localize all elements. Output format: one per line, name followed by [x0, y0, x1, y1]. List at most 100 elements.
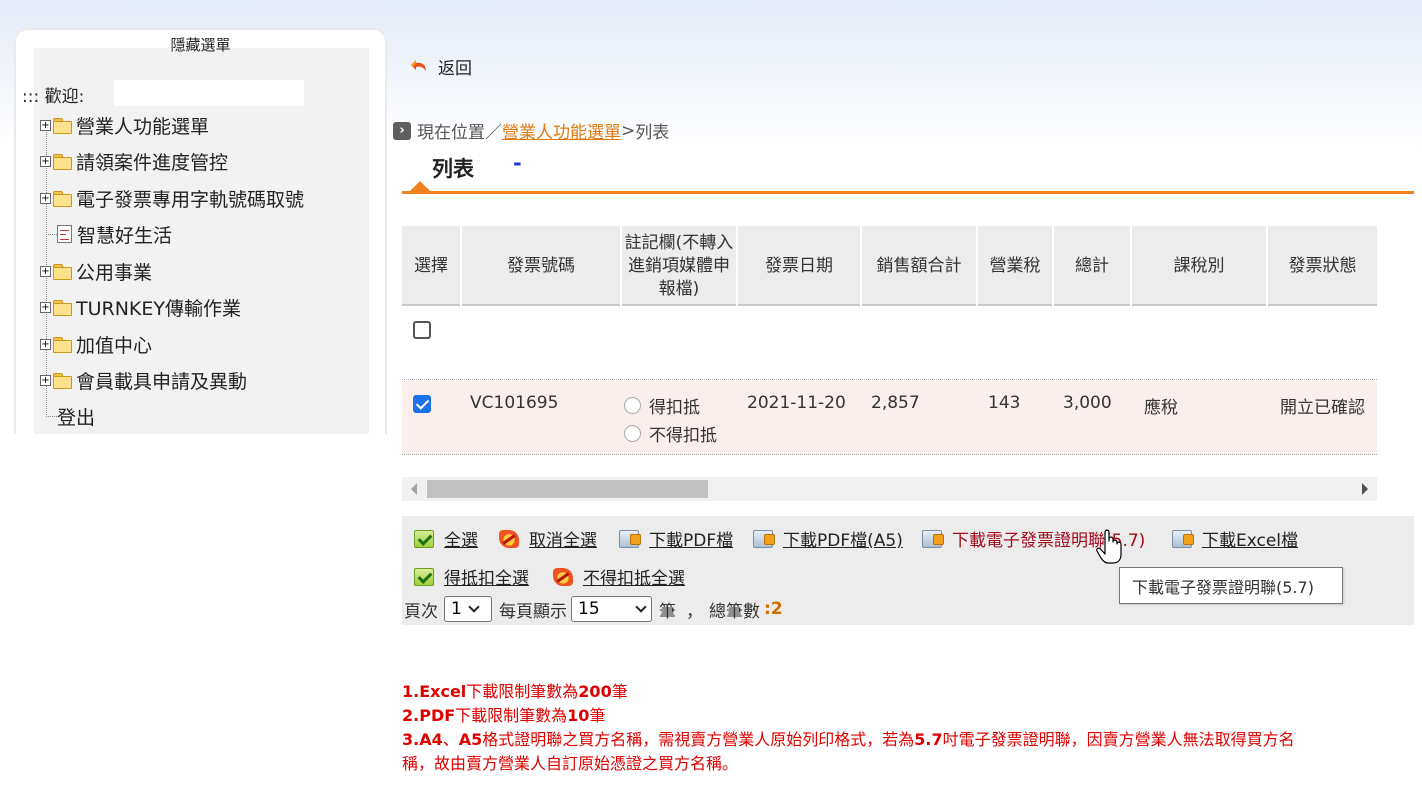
deduct-option[interactable]: 得扣抵 — [624, 393, 700, 418]
total-amount: 3,000 — [1063, 393, 1112, 413]
chevron-down-icon — [468, 601, 480, 613]
col-header-tax: 營業稅 — [978, 226, 1054, 306]
cancel-all-label: 取消全選 — [529, 531, 597, 551]
menu-item-case-progress[interactable]: + 請領案件進度管控 — [40, 148, 228, 174]
col-header-select: 選擇 — [402, 226, 462, 306]
back-arrow-icon — [411, 59, 426, 71]
pager-comma: ， — [686, 601, 703, 622]
menu-item-label: TURNKEY傳輸作業 — [76, 297, 241, 320]
page-select[interactable]: 1 — [444, 596, 492, 622]
note-line: 1.Excel下載限制筆數為200筆 — [402, 682, 628, 701]
download-icon — [922, 529, 944, 548]
total-count-label: 總筆數 — [709, 601, 760, 622]
menu-item-label: 會員載具申請及異動 — [76, 370, 248, 393]
back-label: 返回 — [438, 59, 472, 79]
welcome-label: ::: 歡迎: — [22, 87, 85, 107]
welcome-user-name — [114, 80, 304, 106]
download-icon — [1172, 529, 1194, 548]
col-header-note-line: 報檔) — [658, 278, 700, 299]
radio-button[interactable] — [624, 425, 641, 442]
per-page-select-value: 15 — [578, 599, 600, 619]
download-pdf-a5-button[interactable]: 下載PDF檔(A5) — [753, 526, 903, 551]
scroll-right-icon[interactable] — [1362, 483, 1368, 495]
col-header-date: 發票日期 — [738, 226, 862, 306]
hand-cursor-icon — [1096, 529, 1122, 564]
folder-icon — [53, 191, 72, 207]
deduct-option-label: 得扣抵 — [649, 398, 700, 418]
table-header: 選擇 發票號碼 註記欄(不轉入 進銷項媒體申 報檔) 發票日期 銷售額合計 營業… — [402, 226, 1377, 306]
non-deduct-all-button[interactable]: 不得扣抵全選 — [553, 564, 685, 589]
col-header-sales: 銷售額合計 — [862, 226, 978, 306]
menu-item-member-carrier[interactable]: + 會員載具申請及異動 — [40, 367, 247, 393]
menu-item-label: 電子發票專用字軌號碼取號 — [76, 188, 305, 211]
hide-menu-toggle[interactable]: 隱藏選單 — [16, 34, 385, 55]
menu-item-einvoice-track-number[interactable]: + 電子發票專用字軌號碼取號 — [40, 185, 304, 211]
page-label: 頁次 — [404, 601, 438, 622]
tax-type: 應稅 — [1144, 398, 1178, 418]
expand-icon[interactable]: + — [40, 192, 51, 204]
cancel-all-button[interactable]: 取消全選 — [499, 526, 597, 551]
menu-item-smart-life[interactable]: 智慧好生活 — [40, 221, 172, 247]
non-deduct-all-label: 不得扣抵全選 — [583, 569, 685, 589]
menu-item-label: 營業人功能選單 — [76, 115, 210, 138]
row-select-checkbox[interactable] — [413, 395, 431, 413]
col-header-tax-type: 課稅別 — [1132, 226, 1268, 306]
scroll-left-icon[interactable] — [411, 483, 417, 495]
breadcrumb-link-business-menu[interactable]: 營業人功能選單 — [502, 118, 621, 143]
check-icon — [414, 529, 434, 548]
menu-item-logout[interactable]: 登出 — [40, 403, 95, 429]
folder-icon — [53, 118, 72, 134]
tax-amount: 143 — [988, 393, 1021, 413]
table-row — [402, 308, 1377, 380]
col-header-invoice-no: 發票號碼 — [462, 226, 622, 306]
download-pdf-label: 下載PDF檔 — [649, 531, 734, 551]
breadcrumb-current: 列表 — [635, 123, 670, 143]
chevron-down-icon — [635, 601, 647, 613]
horizontal-scrollbar[interactable] — [402, 477, 1377, 501]
download-icon — [753, 529, 775, 548]
select-all-button[interactable]: 全選 — [414, 526, 478, 551]
scroll-thumb[interactable] — [427, 480, 708, 498]
total-count-value: 2 — [770, 599, 783, 619]
non-deduct-option[interactable]: 不得扣抵 — [624, 421, 717, 446]
folder-icon — [53, 337, 72, 353]
tree-stub — [46, 415, 57, 417]
breadcrumb-prefix: 現在位置／ — [417, 123, 502, 143]
menu-item-label: 請領案件進度管控 — [76, 151, 229, 174]
download-excel-label: 下載Excel檔 — [1202, 531, 1299, 551]
deduct-all-button[interactable]: 得抵扣全選 — [414, 564, 529, 589]
note-line: 稱，故由賣方營業人自訂原始憑證之買方名稱。 — [402, 754, 739, 773]
non-deduct-option-label: 不得扣抵 — [649, 426, 717, 446]
expand-icon[interactable]: + — [40, 265, 51, 277]
deduct-all-label: 得抵扣全選 — [444, 569, 529, 589]
col-header-note-line: 進銷項媒體申 — [628, 255, 730, 276]
menu-item-value-added-center[interactable]: + 加值中心 — [40, 331, 152, 357]
breadcrumb-separator: > — [621, 120, 636, 141]
radio-button[interactable] — [624, 397, 641, 414]
tooltip: 下載電子發票證明聯(5.7) — [1119, 567, 1343, 604]
download-pdf-button[interactable]: 下載PDF檔 — [619, 526, 733, 551]
page-title: 列表 — [432, 157, 474, 181]
note-line: 2.PDF下載限制筆數為10筆 — [402, 706, 606, 725]
col-header-note: 註記欄(不轉入 進銷項媒體申 報檔) — [622, 226, 738, 306]
menu-item-turnkey[interactable]: + TURNKEY傳輸作業 — [40, 294, 241, 320]
folder-icon — [53, 264, 72, 280]
row-select-checkbox[interactable] — [413, 321, 431, 339]
back-link[interactable]: 返回 — [410, 54, 472, 79]
invoice-date: 2021-11-20 — [747, 393, 846, 413]
select-all-label: 全選 — [444, 531, 478, 551]
folder-icon — [53, 373, 72, 389]
expand-icon[interactable]: + — [40, 374, 51, 386]
chevron-right-icon: › — [393, 121, 411, 140]
expand-icon[interactable]: + — [40, 338, 51, 350]
expand-icon[interactable]: + — [40, 301, 51, 313]
expand-icon[interactable]: + — [40, 119, 51, 131]
expand-icon[interactable]: + — [40, 155, 51, 167]
download-excel-button[interactable]: 下載Excel檔 — [1172, 526, 1298, 551]
menu-item-utilities[interactable]: + 公用事業 — [40, 258, 152, 284]
unit-label: 筆 — [659, 601, 676, 622]
menu-item-label: 公用事業 — [76, 261, 153, 284]
title-underline — [402, 191, 1414, 194]
menu-item-business-functions[interactable]: + 營業人功能選單 — [40, 112, 209, 138]
per-page-select[interactable]: 15 — [571, 596, 652, 622]
